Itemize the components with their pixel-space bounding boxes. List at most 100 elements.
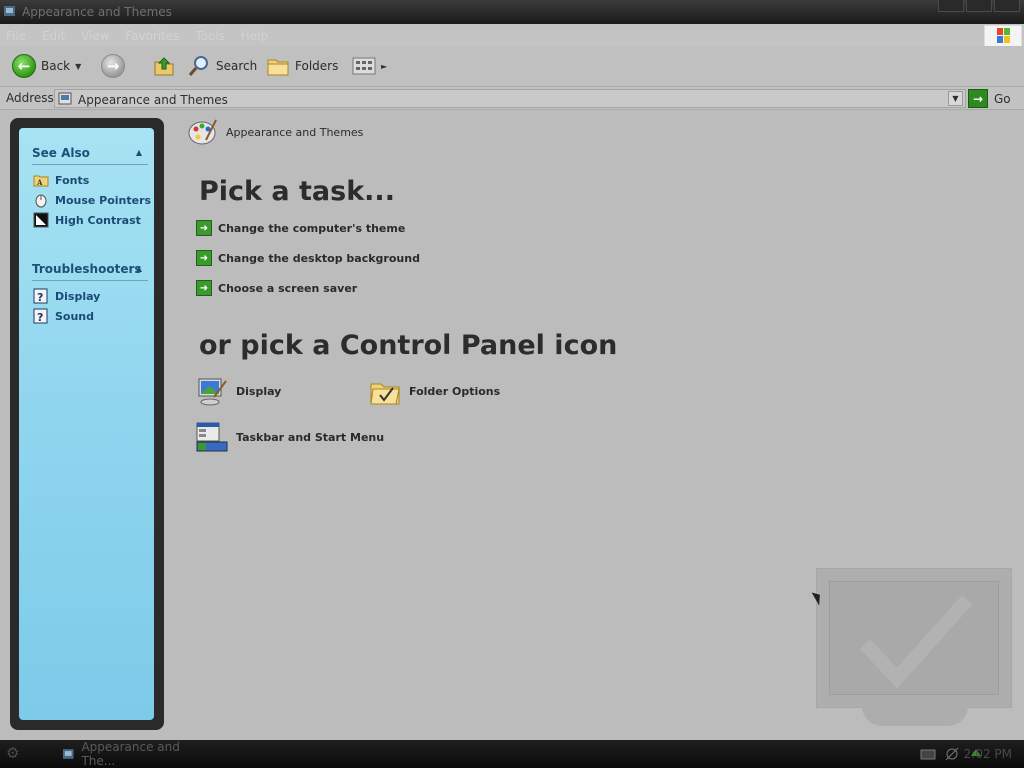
- up-folder-icon: [154, 57, 174, 76]
- collapse-chevron-icon[interactable]: ▲: [136, 264, 142, 273]
- faded-overlay-screen: [829, 581, 999, 695]
- taskbar-window-label: Appearance and The...: [81, 740, 180, 768]
- keyboard-icon[interactable]: [920, 748, 936, 760]
- back-arrow-icon: ←: [12, 54, 36, 78]
- contrast-icon: [33, 212, 49, 228]
- task-change-theme[interactable]: ➜ Change the computer's theme: [196, 220, 405, 236]
- cp-icon-taskbar[interactable]: Taskbar and Start Menu: [196, 421, 384, 453]
- window-title: Appearance and Themes: [22, 5, 172, 19]
- troubleshooter-display[interactable]: ? Display: [33, 288, 100, 304]
- windows-flag-icon: [997, 28, 1010, 43]
- back-button[interactable]: ← Back ▼: [12, 51, 81, 81]
- task-arrow-icon: ➜: [196, 280, 212, 296]
- search-label: Search: [216, 59, 258, 73]
- address-dropdown-icon[interactable]: ▼: [948, 91, 963, 106]
- back-dropdown-icon[interactable]: ▼: [75, 62, 81, 71]
- menu-favorites[interactable]: Favorites: [119, 24, 185, 43]
- see-also-high-contrast[interactable]: High Contrast: [33, 212, 141, 228]
- taskbar-icon: [196, 422, 228, 452]
- svg-text:?: ?: [37, 291, 43, 304]
- taskbar: ⚙ Appearance and The... 2:02 PM: [0, 740, 1024, 768]
- menu-help[interactable]: Help: [235, 24, 274, 43]
- troubleshooter-display-label: Display: [55, 289, 101, 303]
- category-header: Appearance and Themes: [186, 116, 363, 148]
- task-arrow-icon: ➜: [196, 220, 212, 236]
- see-also-fonts[interactable]: A Fonts: [33, 172, 89, 188]
- control-panel-icon: [62, 749, 74, 759]
- windows-logo: [984, 25, 1022, 47]
- collapse-chevron-icon[interactable]: ▲: [136, 148, 142, 157]
- menu-bar: File Edit View Favorites Tools Help: [0, 24, 1024, 47]
- go-arrow-icon: →: [968, 89, 988, 108]
- close-button[interactable]: [994, 0, 1020, 12]
- control-panel-small-icon: [58, 92, 72, 105]
- menu-file[interactable]: File: [0, 24, 32, 43]
- screen: Appearance and Themes File Edit View Fav…: [0, 0, 1024, 768]
- cp-icon-folder-options-label: Folder Options: [409, 384, 501, 398]
- cp-icon-display[interactable]: Display: [196, 375, 281, 407]
- forward-button[interactable]: →: [101, 51, 125, 81]
- address-value: Appearance and Themes: [78, 93, 228, 107]
- menu-edit[interactable]: Edit: [36, 24, 71, 43]
- go-button[interactable]: → Go: [968, 89, 1011, 108]
- task-arrow-icon: ➜: [196, 250, 212, 266]
- troubleshooters-title: Troubleshooters: [32, 262, 142, 276]
- maximize-button[interactable]: [966, 0, 992, 12]
- pick-icon-heading: or pick a Control Panel icon: [199, 330, 618, 361]
- svg-text:?: ?: [37, 311, 43, 324]
- views-button[interactable]: ►: [352, 51, 387, 81]
- see-also-mouse-pointers-label: Mouse Pointers: [55, 193, 152, 207]
- up-folder-button[interactable]: [152, 51, 176, 81]
- help-icon: ?: [33, 308, 48, 324]
- troubleshooter-sound-label: Sound: [55, 309, 95, 323]
- task-screen-saver-label: Choose a screen saver: [218, 281, 358, 295]
- search-button[interactable]: Search: [187, 51, 257, 81]
- minimize-button[interactable]: [938, 0, 964, 12]
- display-icon: [198, 378, 227, 406]
- address-label: Address: [6, 91, 54, 105]
- see-also-mouse-pointers[interactable]: Mouse Pointers: [33, 192, 151, 208]
- folders-icon: [267, 59, 289, 76]
- start-gear-icon: ⚙: [6, 744, 20, 762]
- taskbar-window-button[interactable]: Appearance and The...: [62, 740, 212, 768]
- faded-overlay-panel: [816, 568, 1012, 708]
- window-controls: [938, 0, 1020, 12]
- title-bar: Appearance and Themes: [0, 0, 1024, 24]
- mouse-icon: [35, 194, 47, 208]
- pick-task-heading: Pick a task...: [199, 176, 395, 207]
- faded-checkmark-icon: [859, 595, 973, 689]
- address-input[interactable]: Appearance and Themes ▼: [54, 89, 966, 108]
- faded-overlay-stand: [862, 706, 968, 726]
- folder-options-icon: [370, 383, 400, 405]
- control-panel-icon: [4, 6, 15, 16]
- cp-icon-folder-options[interactable]: Folder Options: [369, 375, 500, 407]
- go-label: Go: [994, 91, 1011, 106]
- views-grid-icon: [352, 57, 376, 75]
- troubleshooter-sound[interactable]: ? Sound: [33, 308, 94, 324]
- network-icon[interactable]: [944, 746, 960, 762]
- back-label: Back: [41, 59, 71, 73]
- troubleshooters-header[interactable]: Troubleshooters ▲: [32, 262, 148, 281]
- menu-view[interactable]: View: [75, 24, 115, 43]
- task-change-background[interactable]: ➜ Change the desktop background: [196, 250, 420, 266]
- start-button[interactable]: ⚙: [6, 744, 30, 764]
- folders-label: Folders: [295, 59, 339, 73]
- forward-arrow-icon: →: [101, 54, 125, 78]
- help-icon: ?: [33, 288, 48, 304]
- task-change-background-label: Change the desktop background: [218, 251, 420, 265]
- address-bar: Address Appearance and Themes ▼ → Go: [0, 86, 1024, 110]
- see-also-header[interactable]: See Also ▲: [32, 146, 148, 165]
- see-also-fonts-label: Fonts: [55, 173, 90, 187]
- clock: 2:02 PM: [963, 747, 1012, 761]
- folders-button[interactable]: Folders: [266, 51, 338, 81]
- menu-tools[interactable]: Tools: [189, 24, 231, 43]
- cp-icon-display-label: Display: [236, 384, 282, 398]
- search-icon: [188, 56, 208, 76]
- see-also-title: See Also: [32, 146, 90, 160]
- views-dropdown-icon: ►: [381, 61, 388, 71]
- folder-fonts-icon: A: [33, 175, 49, 187]
- task-pane: See Also ▲ A Fonts Mouse Pointers High C…: [19, 128, 154, 720]
- cp-icon-taskbar-label: Taskbar and Start Menu: [236, 430, 385, 444]
- category-title: Appearance and Themes: [226, 125, 364, 139]
- task-screen-saver[interactable]: ➜ Choose a screen saver: [196, 280, 357, 296]
